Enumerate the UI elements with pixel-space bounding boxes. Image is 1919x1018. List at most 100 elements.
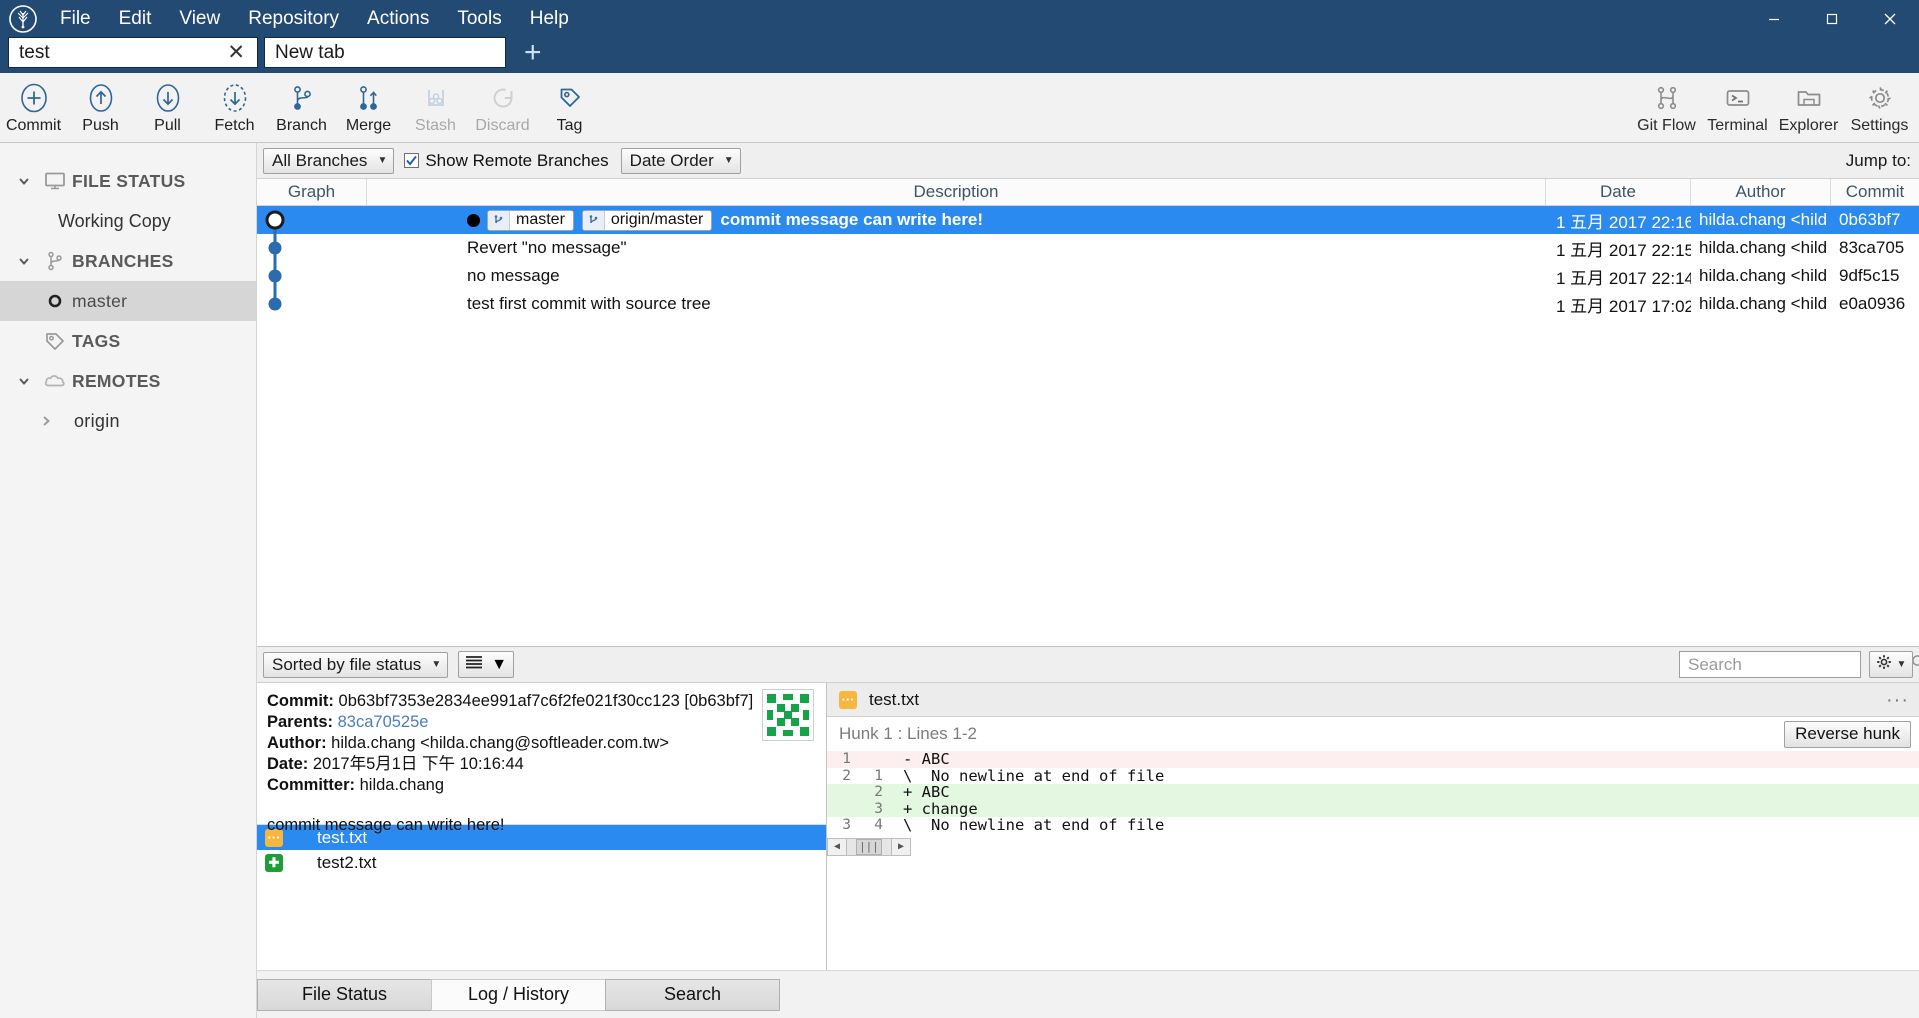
title-bar: File Edit View Repository Actions Tools … xyxy=(0,0,1919,37)
date-order-value: Date Order xyxy=(629,150,714,170)
lower-section: Sorted by file status ▼ ▼ Search ▼ Commi… xyxy=(257,646,1919,970)
date-cell: 1 五月 2017 17:02 xyxy=(1556,296,1691,316)
tag-button[interactable]: Tag xyxy=(536,73,603,142)
new-line-number: 1 xyxy=(874,767,883,784)
commit-table: Graph Description Date Author Commit mas… xyxy=(257,179,1919,646)
branch-icon xyxy=(38,249,72,273)
terminal-button-label: Terminal xyxy=(1707,117,1768,134)
diff-line[interactable]: 2 1 \ No newline at end of file xyxy=(827,767,1919,785)
reverse-hunk-button[interactable]: Reverse hunk xyxy=(1784,720,1911,748)
chevron-down-icon[interactable] xyxy=(10,174,38,188)
table-row[interactable]: no message 1 五月 2017 22:14 hilda.chang <… xyxy=(257,262,1919,290)
push-button[interactable]: Push xyxy=(67,73,134,142)
show-remote-branches-checkbox[interactable]: Show Remote Branches xyxy=(404,150,609,171)
commit-table-empty-area xyxy=(257,318,1919,646)
search-box[interactable] xyxy=(1679,651,1919,678)
sidebar-section-branches[interactable]: BRANCHES xyxy=(0,241,256,281)
chevron-right-icon[interactable] xyxy=(32,414,60,428)
tag-button-label: Tag xyxy=(556,117,583,134)
table-row[interactable]: test first commit with source tree 1 五月 … xyxy=(257,290,1919,318)
menu-edit[interactable]: Edit xyxy=(105,0,166,37)
minimize-button[interactable] xyxy=(1745,0,1803,37)
ref-tag-origin-master[interactable]: origin/master xyxy=(581,209,713,231)
diff-settings-button[interactable]: ▼ xyxy=(1869,651,1913,678)
pull-down-arrow-icon xyxy=(152,81,184,115)
close-button[interactable] xyxy=(1861,0,1919,37)
sidebar-section-remotes[interactable]: REMOTES xyxy=(0,361,256,401)
git-flow-button[interactable]: Git Flow xyxy=(1631,73,1702,142)
scroll-right-icon[interactable]: ▶ xyxy=(891,837,911,856)
ref-tag-master[interactable]: master xyxy=(487,209,574,231)
menu-repository[interactable]: Repository xyxy=(234,0,353,37)
scroll-track[interactable]: ||| xyxy=(847,837,891,856)
settings-button[interactable]: Settings xyxy=(1844,73,1915,142)
terminal-button[interactable]: Terminal xyxy=(1702,73,1773,142)
graph-node-icon xyxy=(265,210,285,234)
column-header-commit[interactable]: Commit xyxy=(1831,179,1919,205)
column-header-author[interactable]: Author xyxy=(1691,179,1831,205)
menu-bar: File Edit View Repository Actions Tools … xyxy=(46,0,583,37)
old-line-number: 3 xyxy=(842,817,851,834)
tab-close-icon[interactable]: ✕ xyxy=(225,42,247,63)
fetch-button[interactable]: Fetch xyxy=(201,73,268,142)
branch-filter-dropdown[interactable]: All Branches ▼ xyxy=(263,147,395,174)
toolbar-right-group: Git Flow Terminal Explorer Settings xyxy=(1631,73,1915,142)
meta-commit-label: Commit: xyxy=(267,692,334,710)
merge-button[interactable]: Merge xyxy=(335,73,402,142)
scroll-left-icon[interactable]: ◀ xyxy=(827,837,847,856)
explorer-button[interactable]: Explorer xyxy=(1773,73,1844,142)
menu-help[interactable]: Help xyxy=(516,0,583,37)
table-row[interactable]: Revert "no message" 1 五月 2017 22:15 hild… xyxy=(257,234,1919,262)
sidebar-item-origin[interactable]: origin xyxy=(0,401,256,441)
diff-line[interactable]: 3 + change xyxy=(827,800,1919,818)
branch-button[interactable]: Branch xyxy=(268,73,335,142)
commit-dot-icon xyxy=(467,213,480,227)
chevron-down-icon[interactable] xyxy=(10,254,38,268)
column-header-description[interactable]: Description xyxy=(367,179,1546,205)
chevron-down-icon[interactable] xyxy=(10,374,38,388)
menu-actions[interactable]: Actions xyxy=(353,0,443,37)
show-remote-branches-label: Show Remote Branches xyxy=(425,150,609,170)
meta-parents-value[interactable]: 83ca70525e xyxy=(338,713,429,731)
menu-view[interactable]: View xyxy=(165,0,234,37)
menu-file[interactable]: File xyxy=(46,0,105,37)
commit-details-pane: Commit: 0b63bf7353e2834ee991af7c6f2fe021… xyxy=(257,683,827,970)
tab-search[interactable]: Search xyxy=(605,978,780,1011)
list-item[interactable]: ✚ test2.txt xyxy=(257,850,826,875)
sidebar-item-working-copy[interactable]: Working Copy xyxy=(0,201,256,241)
sidebar-section-file-status[interactable]: FILE STATUS xyxy=(0,161,256,201)
commit-button[interactable]: Commit xyxy=(0,73,67,142)
new-line-number: 2 xyxy=(874,784,883,801)
meta-parents-row: Parents: 83ca70525e xyxy=(267,712,816,733)
diff-line[interactable]: 3 4 \ No newline at end of file xyxy=(827,816,1919,834)
tab-new[interactable]: New tab xyxy=(264,37,506,68)
tab-log-history[interactable]: Log / History xyxy=(431,978,606,1011)
sidebar-item-master[interactable]: master xyxy=(0,281,256,321)
pull-button[interactable]: Pull xyxy=(134,73,201,142)
view-mode-dropdown[interactable]: ▼ xyxy=(458,651,515,678)
more-dots-icon[interactable]: ··· xyxy=(1886,690,1909,710)
menu-tools[interactable]: Tools xyxy=(443,0,515,37)
diff-line-text: + ABC xyxy=(903,783,950,802)
sidebar: FILE STATUS Working Copy BRANCHES master… xyxy=(0,143,257,1018)
diff-horizontal-scrollbar[interactable]: ◀ ||| ▶ xyxy=(827,837,1919,857)
diff-line[interactable]: 1 - ABC xyxy=(827,750,1919,768)
column-header-graph[interactable]: Graph xyxy=(257,179,367,205)
stash-button[interactable]: Stash xyxy=(402,73,469,142)
table-row[interactable]: master origin/master commit message can … xyxy=(257,206,1919,234)
jump-to-label[interactable]: Jump to: xyxy=(1846,151,1911,171)
sidebar-section-tags[interactable]: TAGS xyxy=(0,321,256,361)
discard-button[interactable]: Discard xyxy=(469,73,536,142)
gear-icon xyxy=(1876,654,1892,675)
tab-file-status[interactable]: File Status xyxy=(257,978,432,1011)
fetch-dashed-arrow-icon xyxy=(219,81,251,115)
column-header-date[interactable]: Date xyxy=(1546,179,1691,205)
sort-dropdown[interactable]: Sorted by file status ▼ xyxy=(263,651,449,678)
maximize-button[interactable] xyxy=(1803,0,1861,37)
author-cell: hilda.chang <hild xyxy=(1699,266,1828,285)
date-order-dropdown[interactable]: Date Order ▼ xyxy=(620,147,741,174)
scroll-thumb[interactable]: ||| xyxy=(856,838,882,855)
tab-repository[interactable]: test ✕ xyxy=(8,37,258,68)
add-tab-button[interactable]: + xyxy=(512,37,554,68)
diff-line[interactable]: 2 + ABC xyxy=(827,783,1919,802)
